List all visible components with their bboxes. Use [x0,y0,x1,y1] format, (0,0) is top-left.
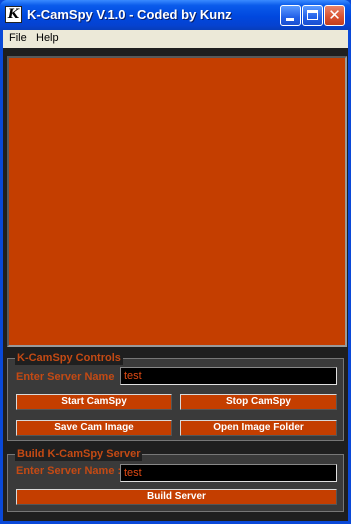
app-window: K K-CamSpy V.1.0 - Coded by Kunz ✕ File … [0,0,351,524]
stop-camspy-button[interactable]: Stop CamSpy [180,394,337,410]
build-server-button[interactable]: Build Server [16,489,337,505]
client-area: K-CamSpy Controls Enter Server Name Star… [3,48,348,521]
build-server-name-label: Enter Server Name : [16,465,122,477]
build-server-group: Build K-CamSpy Server Enter Server Name … [7,447,344,512]
app-logo-icon[interactable]: K [5,6,22,23]
close-icon: ✕ [328,6,341,24]
minimize-icon [286,18,294,21]
save-cam-image-button[interactable]: Save Cam Image [16,420,172,436]
close-button[interactable]: ✕ [324,5,345,26]
menu-help[interactable]: Help [36,32,59,44]
build-server-name-input[interactable] [120,464,337,482]
server-name-input[interactable] [120,367,337,385]
open-image-folder-button[interactable]: Open Image Folder [180,420,337,436]
controls-legend: K-CamSpy Controls [15,351,123,365]
window-title: K-CamSpy V.1.0 - Coded by Kunz [27,7,232,22]
controls-group: K-CamSpy Controls Enter Server Name Star… [7,351,344,441]
minimize-button[interactable] [280,5,301,26]
menu-file[interactable]: File [9,32,27,44]
cam-image-view [7,56,347,347]
title-bar[interactable]: K K-CamSpy V.1.0 - Coded by Kunz ✕ [0,0,351,30]
menu-bar: File Help [3,30,348,48]
server-name-label: Enter Server Name [16,371,115,383]
maximize-button[interactable] [302,5,323,26]
maximize-icon [307,10,318,20]
build-legend: Build K-CamSpy Server [15,447,143,461]
start-camspy-button[interactable]: Start CamSpy [16,394,172,410]
